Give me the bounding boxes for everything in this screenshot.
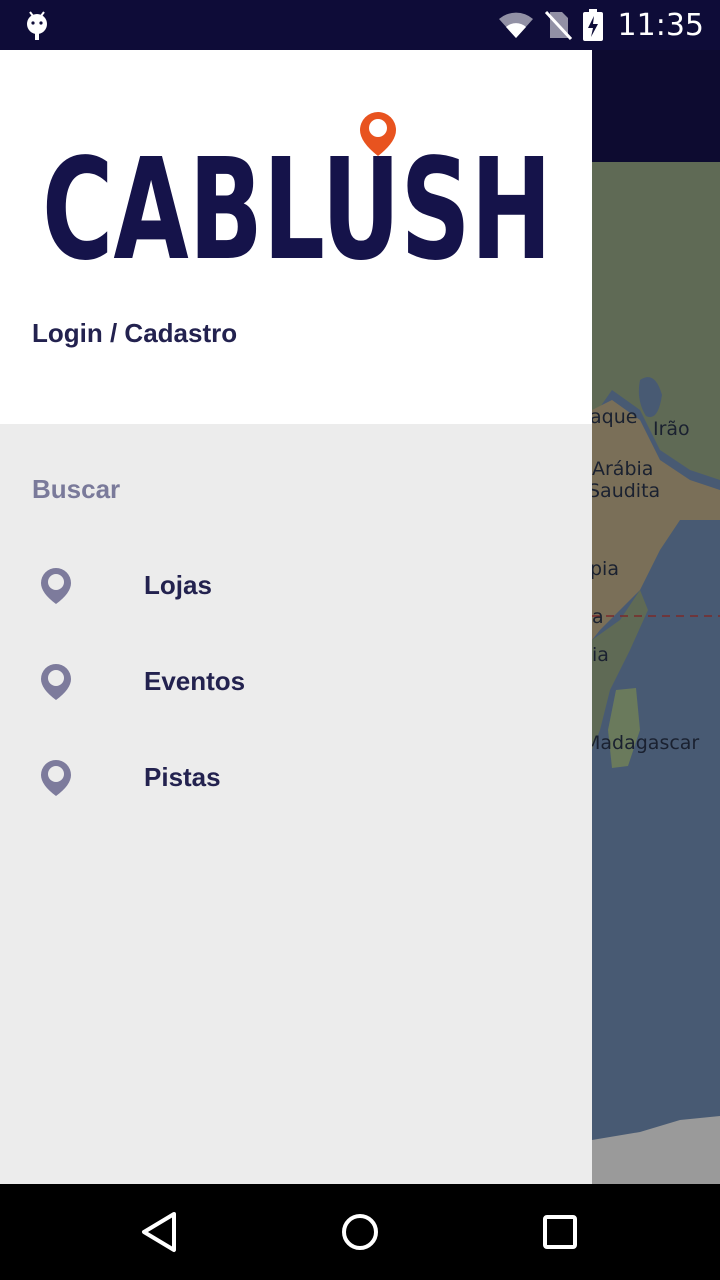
status-bar: 11:35 [0, 0, 720, 50]
menu-item-label: Eventos [144, 666, 246, 696]
svg-text:CABLUSH: CABLUSH [42, 129, 552, 264]
map-label: ia [592, 644, 609, 666]
no-sim-icon [544, 10, 572, 40]
map-pin-icon [41, 568, 71, 604]
back-icon[interactable] [136, 1208, 184, 1256]
battery-charging-icon [582, 9, 603, 41]
map-pin-icon [41, 664, 71, 700]
drawer-header: CABLUSH Login / Cadastro [0, 50, 592, 424]
system-navigation-bar [0, 1184, 720, 1280]
map-pin-icon [41, 760, 71, 796]
map-label: aque [590, 406, 638, 428]
android-debug-icon [27, 11, 47, 40]
status-time: 11:35 [617, 7, 704, 43]
menu-item-eventos[interactable]: Eventos [0, 642, 592, 722]
map-label: Arábia [592, 458, 654, 480]
map-label: Saudita [588, 480, 661, 502]
section-title-buscar: Buscar [32, 474, 121, 504]
menu-item-label: Pistas [144, 762, 221, 792]
menu-item-pistas[interactable]: Pistas [0, 738, 592, 818]
login-signup-link[interactable]: Login / Cadastro [32, 318, 237, 349]
map-label: pia [590, 558, 619, 580]
navigation-drawer: CABLUSH Login / Cadastro Buscar Lojas Ev… [0, 50, 592, 1184]
recents-icon[interactable] [536, 1208, 584, 1256]
map-label: a [592, 606, 604, 628]
map-label: Irão [653, 418, 690, 440]
cablush-logo: CABLUSH [42, 112, 552, 264]
menu-item-label: Lojas [144, 570, 212, 600]
map-label: Madagascar [584, 732, 700, 754]
menu-item-lojas[interactable]: Lojas [0, 546, 592, 626]
home-icon[interactable] [336, 1208, 384, 1256]
wifi-icon [498, 12, 533, 38]
